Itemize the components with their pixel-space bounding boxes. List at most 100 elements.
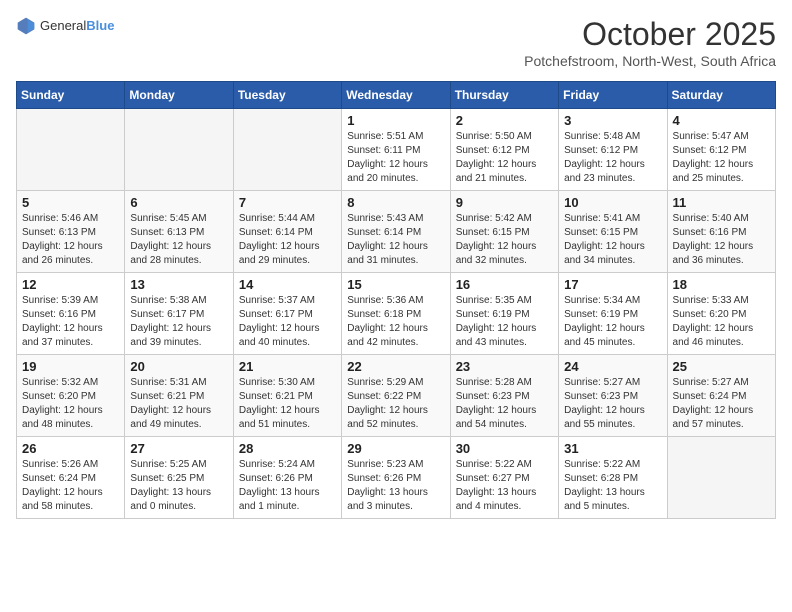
day-info: Sunrise: 5:36 AM Sunset: 6:18 PM Dayligh… [347,294,444,350]
day-info: Sunrise: 5:46 AM Sunset: 6:13 PM Dayligh… [22,212,119,268]
week-row-2: 5 Sunrise: 5:46 AM Sunset: 6:13 PM Daylig… [17,191,776,273]
day-info: Sunrise: 5:38 AM Sunset: 6:17 PM Dayligh… [130,294,227,350]
day-cell: 30 Sunrise: 5:22 AM Sunset: 6:27 PM Dayli… [450,437,558,519]
day-number: 26 [22,441,119,456]
day-number: 7 [239,195,336,210]
day-cell: 29Sunrise: 5:23 AM Sunset: 6:26 PM Dayli… [342,437,450,519]
day-info: Sunrise: 5:42 AM Sunset: 6:15 PM Dayligh… [456,212,553,268]
day-info: Sunrise: 5:43 AM Sunset: 6:14 PM Dayligh… [347,212,444,268]
day-number: 15 [347,277,444,292]
day-info: Sunrise: 5:25 AM Sunset: 6:25 PM Dayligh… [130,458,227,514]
day-cell: 25Sunrise: 5:27 AM Sunset: 6:24 PM Dayli… [667,355,775,437]
day-number: 4 [673,113,770,128]
day-number: 10 [564,195,661,210]
day-info: Sunrise: 5:39 AM Sunset: 6:16 PM Dayligh… [22,294,119,350]
day-info: Sunrise: 5:22 AM Sunset: 6:28 PM Dayligh… [564,458,661,514]
day-info: Sunrise: 5:37 AM Sunset: 6:17 PM Dayligh… [239,294,336,350]
day-number: 25 [673,359,770,374]
day-number: 24 [564,359,661,374]
day-cell: 9Sunrise: 5:42 AM Sunset: 6:15 PM Daylig… [450,191,558,273]
day-info: Sunrise: 5:47 AM Sunset: 6:12 PM Dayligh… [673,130,770,186]
day-number: 19 [22,359,119,374]
day-number: 27 [130,441,227,456]
day-number: 20 [130,359,227,374]
day-number: 12 [22,277,119,292]
day-info: Sunrise: 5:45 AM Sunset: 6:13 PM Dayligh… [130,212,227,268]
day-info: Sunrise: 5:29 AM Sunset: 6:22 PM Dayligh… [347,376,444,432]
day-cell: 19 Sunrise: 5:32 AM Sunset: 6:20 PM Dayli… [17,355,125,437]
weekday-header-wednesday: Wednesday [342,82,450,109]
day-cell: 31 Sunrise: 5:22 AM Sunset: 6:28 PM Dayli… [559,437,667,519]
day-info: Sunrise: 5:22 AM Sunset: 6:27 PM Dayligh… [456,458,553,514]
day-number: 18 [673,277,770,292]
week-row-3: 12 Sunrise: 5:39 AM Sunset: 6:16 PM Dayli… [17,273,776,355]
logo-text: GeneralBlue [40,17,114,35]
day-cell: 13 Sunrise: 5:38 AM Sunset: 6:17 PM Dayli… [125,273,233,355]
day-cell: 16 Sunrise: 5:35 AM Sunset: 6:19 PM Dayli… [450,273,558,355]
day-info: Sunrise: 5:40 AM Sunset: 6:16 PM Dayligh… [673,212,770,268]
day-info: Sunrise: 5:26 AM Sunset: 6:24 PM Dayligh… [22,458,119,514]
day-cell: 24 Sunrise: 5:27 AM Sunset: 6:23 PM Dayli… [559,355,667,437]
day-info: Sunrise: 5:51 AM Sunset: 6:11 PM Dayligh… [347,130,444,186]
day-cell [125,109,233,191]
title-area: October 2025 Potchefstroom, North-West, … [524,16,776,69]
day-number: 13 [130,277,227,292]
day-cell: 21 Sunrise: 5:30 AM Sunset: 6:21 PM Dayli… [233,355,341,437]
week-row-4: 19 Sunrise: 5:32 AM Sunset: 6:20 PM Dayli… [17,355,776,437]
weekday-header-monday: Monday [125,82,233,109]
day-info: Sunrise: 5:44 AM Sunset: 6:14 PM Dayligh… [239,212,336,268]
day-cell: 14 Sunrise: 5:37 AM Sunset: 6:17 PM Dayli… [233,273,341,355]
weekday-header-thursday: Thursday [450,82,558,109]
logo-icon [16,16,36,36]
day-cell: 17 Sunrise: 5:34 AM Sunset: 6:19 PM Dayli… [559,273,667,355]
month-title: October 2025 [524,16,776,53]
day-number: 3 [564,113,661,128]
day-number: 16 [456,277,553,292]
day-number: 2 [456,113,553,128]
weekday-header-tuesday: Tuesday [233,82,341,109]
day-cell: 20 Sunrise: 5:31 AM Sunset: 6:21 PM Dayli… [125,355,233,437]
day-number: 23 [456,359,553,374]
day-cell: 11 Sunrise: 5:40 AM Sunset: 6:16 PM Dayli… [667,191,775,273]
day-cell: 3 Sunrise: 5:48 AM Sunset: 6:12 PM Daylig… [559,109,667,191]
day-info: Sunrise: 5:31 AM Sunset: 6:21 PM Dayligh… [130,376,227,432]
day-cell [17,109,125,191]
day-cell: 12 Sunrise: 5:39 AM Sunset: 6:16 PM Dayli… [17,273,125,355]
day-info: Sunrise: 5:32 AM Sunset: 6:20 PM Dayligh… [22,376,119,432]
day-number: 11 [673,195,770,210]
logo: GeneralBlue [16,16,114,36]
day-number: 5 [22,195,119,210]
day-info: Sunrise: 5:41 AM Sunset: 6:15 PM Dayligh… [564,212,661,268]
day-info: Sunrise: 5:48 AM Sunset: 6:12 PM Dayligh… [564,130,661,186]
weekday-header-row: SundayMondayTuesdayWednesdayThursdayFrid… [17,82,776,109]
day-cell [667,437,775,519]
day-info: Sunrise: 5:27 AM Sunset: 6:23 PM Dayligh… [564,376,661,432]
day-cell: 26 Sunrise: 5:26 AM Sunset: 6:24 PM Dayli… [17,437,125,519]
day-cell: 7 Sunrise: 5:44 AM Sunset: 6:14 PM Daylig… [233,191,341,273]
day-number: 14 [239,277,336,292]
day-info: Sunrise: 5:28 AM Sunset: 6:23 PM Dayligh… [456,376,553,432]
day-cell: 18 Sunrise: 5:33 AM Sunset: 6:20 PM Dayli… [667,273,775,355]
day-cell: 8 Sunrise: 5:43 AM Sunset: 6:14 PM Daylig… [342,191,450,273]
day-number: 30 [456,441,553,456]
day-cell: 22Sunrise: 5:29 AM Sunset: 6:22 PM Dayli… [342,355,450,437]
day-info: Sunrise: 5:34 AM Sunset: 6:19 PM Dayligh… [564,294,661,350]
day-number: 31 [564,441,661,456]
day-number: 21 [239,359,336,374]
day-number: 1 [347,113,444,128]
weekday-header-friday: Friday [559,82,667,109]
day-info: Sunrise: 5:33 AM Sunset: 6:20 PM Dayligh… [673,294,770,350]
day-number: 29 [347,441,444,456]
day-number: 17 [564,277,661,292]
day-info: Sunrise: 5:35 AM Sunset: 6:19 PM Dayligh… [456,294,553,350]
day-cell: 10 Sunrise: 5:41 AM Sunset: 6:15 PM Dayli… [559,191,667,273]
day-info: Sunrise: 5:30 AM Sunset: 6:21 PM Dayligh… [239,376,336,432]
week-row-5: 26 Sunrise: 5:26 AM Sunset: 6:24 PM Dayli… [17,437,776,519]
calendar: SundayMondayTuesdayWednesdayThursdayFrid… [16,81,776,519]
weekday-header-sunday: Sunday [17,82,125,109]
day-number: 8 [347,195,444,210]
day-cell: 4 Sunrise: 5:47 AM Sunset: 6:12 PM Daylig… [667,109,775,191]
day-info: Sunrise: 5:50 AM Sunset: 6:12 PM Dayligh… [456,130,553,186]
day-cell: 5 Sunrise: 5:46 AM Sunset: 6:13 PM Daylig… [17,191,125,273]
weekday-header-saturday: Saturday [667,82,775,109]
